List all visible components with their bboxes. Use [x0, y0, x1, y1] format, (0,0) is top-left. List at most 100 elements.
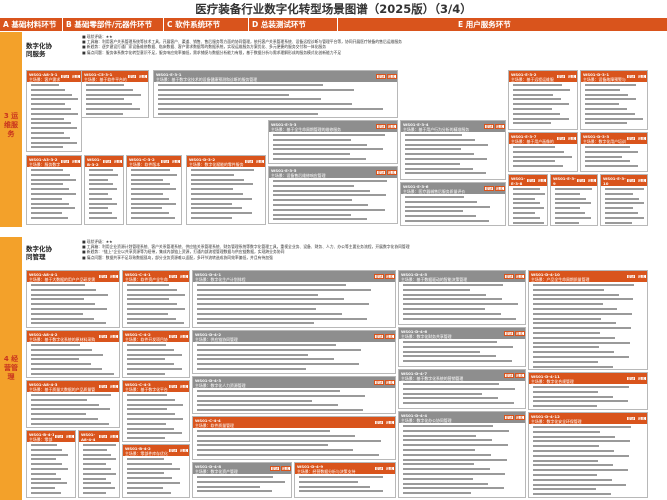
scenario-card[interactable]: WS01-D-3-1主场景：设备故障预警与诊断服务现状降本 [580, 70, 648, 130]
scenario-body [399, 339, 525, 365]
status-badge: 现状 [127, 73, 137, 79]
scenario-body [123, 342, 189, 377]
scenario-id: WS01-B-4-1 [29, 431, 55, 437]
tab-materials[interactable]: A 基础材料环节 [0, 18, 62, 31]
scenario-body [123, 282, 189, 327]
scenario-card[interactable]: WS01-D-4-10 主场景：产品全生命周期质量管理 现状 降本 [528, 270, 648, 370]
scenario-card-header: WS01-E-3-8主场景：数字化运维服务质量管理 现状降本 [509, 175, 547, 186]
cost-badge: 降本 [386, 123, 397, 129]
scenario-card[interactable]: WS01-A8-4-3主场景：基于质量大数据的产品质量管理现状降本 [26, 380, 120, 428]
scenario-card[interactable]: WS01-E-3-8主场景：数字化运维服务质量管理 现状降本 [508, 174, 548, 226]
scenario-card-header: WS01-D-4-2 主场景：供应链协同管理 现状 降本 [193, 331, 395, 342]
scenario-card[interactable]: WS01-A8-4-4主场景：原材料库存管理 现状降本 [78, 430, 120, 498]
scenario-card-header: WS01-C-4-4 主场景：软件质量管理 现状 降本 [193, 417, 395, 428]
scenario-card[interactable]: WS01-D-4-5 主场景：基于数据驱动的智能决策管理 现状 降本 [398, 270, 526, 325]
scenario-card[interactable]: WS01-E-3-6 主场景：医疗器械售后服务质量评价 现状 降本 [400, 182, 506, 226]
scenario-title: 主场景：客户需求驱动产品研发与服务管理 [29, 76, 61, 83]
scenario-card[interactable]: WS01-A8-4-2主场景：基于数字化系统的原材料采购管理现状降本 [26, 330, 120, 378]
tab-software[interactable]: C 软件系统环节 [164, 18, 248, 31]
cost-badge: 降本 [384, 419, 395, 425]
cost-badge: 降本 [384, 465, 395, 471]
scenario-card-header: WS01-B-4-1主场景：零部件供应商管理现状降本 [27, 431, 75, 442]
cost-badge: 降本 [494, 185, 505, 191]
tab-assembly[interactable]: D 总装测试环节 [249, 18, 337, 31]
scenario-title: 主场景：经营数据分析与决策支持 [297, 468, 356, 474]
scenario-card[interactable]: WS01-D-4-4 主场景：数字化办公协同管理 现状 降本 [398, 411, 526, 498]
cost-badge: 降本 [514, 372, 525, 378]
scenario-card[interactable]: WS01-A8-4-1主场景：基于大数据的用户产品研发需求管理现状降本 [26, 270, 120, 328]
scenario-card[interactable]: WS01-E-3-10主场景：远程诊断服务 现状降本 [600, 174, 648, 226]
tab-user-service[interactable]: E 用户服务环节 [338, 18, 667, 31]
scenario-body [193, 342, 395, 373]
scenario-body [269, 178, 397, 223]
scenario-body [85, 167, 123, 222]
scenario-card[interactable]: WS01-E-3-3 主场景：基于全生命周期管理的维修服务 现状 降本 [268, 120, 398, 164]
scenario-title: 主场景：软件质量管理 [195, 422, 234, 428]
scenario-card[interactable]: WS01-E-3-7主场景：基于用户画像的智能推荐现状降本 [508, 132, 578, 172]
scenario-card[interactable]: WS01-E-3-1 主场景：基于数字化技术的设备健康预测和诊断的服务管理 现状 降本 [153, 70, 398, 118]
scenario-card[interactable]: WS01-D-3-3主场景：数字化用户培训与赋能现状降本 [580, 132, 648, 172]
scenario-card[interactable]: WS01-D-4-8 主场景：数字化资产管理 现状 降本 [192, 462, 292, 498]
scenario-body [401, 194, 505, 225]
scenario-card[interactable]: WS01-C-4-2主场景：软件开发项目协同管理现状降本 [122, 330, 190, 378]
scenario-card-header: WS01-D-3-3主场景：数字化用户培训与赋能现状降本 [581, 133, 647, 144]
scenario-card[interactable]: WS01-D-4-9 主场景：经营数据分析与决策支持 现状 降本 [294, 462, 396, 498]
cost-badge: 降本 [566, 135, 577, 141]
scenario-title: 主场景：基于远程运维服务平台的维护 [511, 76, 554, 83]
cost-badge: 降本 [636, 415, 647, 421]
scenario-card[interactable]: WS01-A8-3-1主场景：客户需求驱动产品研发与服务管理现状降本 [26, 70, 82, 152]
scenario-card-header: WS01-E-3-6 主场景：医疗器械售后服务质量评价 现状 降本 [401, 183, 505, 194]
scenario-body [509, 82, 577, 127]
scenario-card[interactable]: WS01-B-4-1主场景：零部件供应商管理现状降本 [26, 430, 76, 498]
scenario-body [551, 186, 597, 225]
cost-badge: 降本 [636, 375, 647, 381]
status-badge: 现状 [484, 185, 494, 191]
status-badge: 现状 [374, 419, 384, 425]
cost-badge: 降本 [636, 135, 647, 141]
scenario-card[interactable]: WS01-D-4-11 主场景：数字化合规管理 现状 降本 [528, 372, 648, 410]
status-badge: 现状 [556, 73, 566, 79]
scenario-card[interactable]: WS01-D-4-2 主场景：供应链协同管理 现状 降本 [192, 330, 396, 374]
scenario-card[interactable]: WS01-C-3-2主场景：软件版本升级服务现状降本 [126, 155, 182, 225]
scenario-card-header: WS01-C-4-3主场景：基于数字化平台的知识管理现状降本 [123, 381, 189, 392]
scenario-card[interactable]: WS01-D-4-6 主场景：数字化财务共享管理 现状 降本 [398, 327, 526, 367]
scenario-title: 主场景：数字化安全环保管理 [531, 418, 582, 424]
scenario-card[interactable]: WS01-C-4-3主场景：基于数字化平台的知识管理现状降本 [122, 380, 190, 442]
scenario-card[interactable]: WS01-E-3-4 主场景：基于用户行为分析的精准服务 现状 降本 [400, 120, 506, 180]
scenario-card[interactable]: WS01-E-3-9主场景：备件智能化管理 现状降本 [550, 174, 598, 226]
scenario-card[interactable]: WS01-D-4-1 主场景：数字化生产计划排程 现状 降本 [192, 270, 396, 328]
scenario-title: 主场景：数字化运维服务质量管理 [511, 186, 527, 187]
scenario-title: 主场景：基于大数据的用户产品研发需求管理 [29, 276, 96, 283]
status-badge: 现状 [576, 177, 586, 183]
scenario-body [193, 474, 291, 495]
scenario-body [27, 167, 81, 222]
cost-badge: 降本 [280, 465, 291, 471]
status-badge: 现状 [374, 465, 384, 471]
cost-badge: 降本 [494, 123, 505, 129]
scenario-card[interactable]: WS01-B-3-2主场景：零部件质量追溯管理 现状降本 [84, 155, 124, 225]
scenario-card[interactable]: WS01-E-3-5 主场景：设备售后维修响应管理 现状 降本 [268, 166, 398, 224]
scenario-title: 主场景：基于数字化系统的营销管理 [401, 375, 464, 381]
scenario-card[interactable]: WS01-E-3-2主场景：基于远程运维服务平台的维护现状降本 [508, 70, 578, 130]
scenario-card[interactable]: WS01-D-3-2 主场景：数字化赋能的零件服务 现状 降本 [186, 155, 266, 225]
scenario-title: 主场景：服务数字化管理 [29, 161, 61, 168]
scenario-card[interactable]: WS01-C-4-4 主场景：软件质量管理 现状 降本 [192, 416, 396, 460]
status-badge: 现状 [376, 123, 386, 129]
scenario-card[interactable]: WS01-C-4-1主场景：软件资产全生命周期管理现状降本 [122, 270, 190, 328]
scenario-card[interactable]: WS01-B-4-2主场景：零部件库存优化管理现状降本 [122, 444, 190, 498]
cost-badge: 降本 [254, 158, 265, 164]
scenario-title: 主场景：医疗器械售后服务质量评价 [403, 188, 466, 194]
scenario-card[interactable]: WS01-D-4-12 主场景：数字化安全环保管理 现状 降本 [528, 412, 648, 498]
cost-badge: 降本 [112, 158, 123, 164]
scenario-card-header: WS01-A8-4-1主场景：基于大数据的用户产品研发需求管理现状降本 [27, 271, 119, 282]
scenario-card[interactable]: WS01-D-4-3 主场景：数字化人力资源管理 现状 降本 [192, 376, 396, 414]
status-badge: 现状 [374, 379, 384, 385]
scenario-card-header: WS01-A8-4-2主场景：基于数字化系统的原材料采购管理现状降本 [27, 331, 119, 342]
status-badge: 现状 [168, 333, 178, 339]
tab-components[interactable]: B 基础零部件/元器件环节 [63, 18, 163, 31]
scenario-card[interactable]: WS01-D-4-7 主场景：基于数字化系统的营销管理 现状 降本 [398, 369, 526, 409]
scenario-card[interactable]: WS01-C5-3-1主场景：基于软件平台的设备远程运维管理现状降本 [81, 70, 149, 118]
scenario-card[interactable]: WS01-A3-3-2主场景：服务数字化管理现状降本 [26, 155, 82, 225]
scenario-title: 主场景：基于数字化平台的知识管理 [125, 386, 168, 393]
status-badge: 现状 [626, 135, 636, 141]
